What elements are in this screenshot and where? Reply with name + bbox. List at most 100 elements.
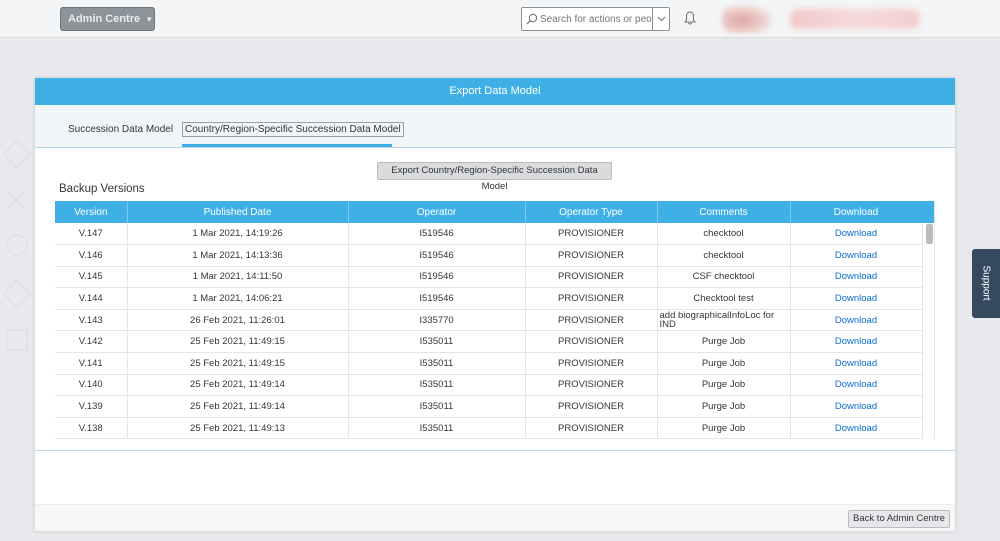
cell-published-date: 26 Feb 2021, 11:26:01	[127, 309, 349, 332]
table-row: V.147 1 Mar 2021, 14:19:26 I519546 PROVI…	[55, 223, 923, 246]
user-name-blurred[interactable]	[790, 9, 920, 29]
cell-version: V.146	[55, 244, 128, 267]
admin-centre-menu-button[interactable]: Admin Centre ▼	[60, 7, 155, 31]
download-link[interactable]: Download	[790, 309, 923, 332]
download-link[interactable]: Download	[790, 244, 923, 267]
background-decoration	[3, 139, 31, 351]
cell-comments: CSF checktool	[657, 266, 791, 289]
column-header-operator-type[interactable]: Operator Type	[525, 201, 658, 223]
cell-version: V.143	[55, 309, 128, 332]
table-row: V.144 1 Mar 2021, 14:06:21 I519546 PROVI…	[55, 287, 923, 310]
cell-operator-type: PROVISIONER	[525, 395, 658, 418]
cell-operator: I535011	[348, 395, 526, 418]
tab-bar: Succession Data Model Country/Region-Spe…	[35, 105, 955, 148]
divider	[35, 450, 955, 451]
column-header-comments[interactable]: Comments	[657, 201, 791, 223]
cell-comments: checktool	[657, 244, 791, 267]
download-link[interactable]: Download	[790, 374, 923, 397]
cell-operator: I535011	[348, 330, 526, 354]
cell-version: V.144	[55, 287, 128, 310]
cell-comments: Purge Job	[657, 330, 791, 354]
support-tab[interactable]: Support	[972, 249, 1000, 318]
cell-version: V.145	[55, 266, 128, 289]
export-data-model-dialog: Export Data Model Succession Data Model …	[35, 78, 955, 531]
admin-centre-label: Admin Centre	[68, 13, 141, 25]
cell-version: V.141	[55, 352, 128, 375]
cell-operator: I519546	[348, 244, 526, 267]
cell-comments: Purge Job	[657, 395, 791, 418]
cell-comments: add biographicalInfoLoc for IND	[657, 309, 791, 332]
cell-operator: I519546	[348, 223, 526, 246]
cell-comments: Purge Job	[657, 417, 791, 439]
notification-bell-icon[interactable]	[683, 10, 697, 26]
cell-operator-type: PROVISIONER	[525, 287, 658, 310]
table-row: V.145 1 Mar 2021, 14:11:50 I519546 PROVI…	[55, 266, 923, 289]
download-link[interactable]: Download	[790, 395, 923, 418]
cell-published-date: 25 Feb 2021, 11:49:15	[127, 352, 349, 375]
cell-operator-type: PROVISIONER	[525, 223, 658, 246]
search-field[interactable]	[521, 7, 670, 31]
cell-operator-type: PROVISIONER	[525, 417, 658, 439]
column-header-operator[interactable]: Operator	[348, 201, 526, 223]
search-input[interactable]	[540, 11, 652, 27]
download-link[interactable]: Download	[790, 287, 923, 310]
section-title: Backup Versions	[59, 183, 145, 195]
table-row: V.142 25 Feb 2021, 11:49:15 I535011 PROV…	[55, 330, 923, 354]
download-link[interactable]: Download	[790, 223, 923, 246]
download-link[interactable]: Download	[790, 352, 923, 375]
cell-version: V.142	[55, 330, 128, 354]
tab-country-region-succession-data-model[interactable]: Country/Region-Specific Succession Data …	[182, 122, 404, 137]
cell-operator: I535011	[348, 352, 526, 375]
scrollbar-thumb[interactable]	[926, 224, 933, 244]
column-header-download[interactable]: Download	[790, 201, 923, 223]
cell-comments: Checktool test	[657, 287, 791, 310]
cell-operator-type: PROVISIONER	[525, 309, 658, 332]
download-link[interactable]: Download	[790, 330, 923, 354]
cell-operator-type: PROVISIONER	[525, 266, 658, 289]
column-header-version[interactable]: Version	[55, 201, 128, 223]
table-row: V.143 26 Feb 2021, 11:26:01 I335770 PROV…	[55, 309, 923, 332]
cell-published-date: 1 Mar 2021, 14:11:50	[127, 266, 349, 289]
table-header-row: Version Published Date Operator Operator…	[55, 201, 923, 223]
table-row: V.146 1 Mar 2021, 14:13:36 I519546 PROVI…	[55, 244, 923, 267]
download-link[interactable]: Download	[790, 266, 923, 289]
caret-down-icon: ▼	[145, 15, 154, 24]
cell-version: V.147	[55, 223, 128, 246]
cell-published-date: 25 Feb 2021, 11:49:13	[127, 417, 349, 439]
tab-succession-data-model[interactable]: Succession Data Model	[68, 124, 173, 135]
cell-operator: I535011	[348, 374, 526, 397]
cell-operator-type: PROVISIONER	[525, 374, 658, 397]
dialog-footer: Back to Admin Centre	[35, 504, 955, 531]
user-avatar[interactable]	[722, 5, 772, 33]
cell-operator-type: PROVISIONER	[525, 330, 658, 354]
cell-comments: Purge Job	[657, 374, 791, 397]
cell-comments: Purge Job	[657, 352, 791, 375]
table-row: V.141 25 Feb 2021, 11:49:15 I535011 PROV…	[55, 352, 923, 375]
search-scope-dropdown[interactable]	[652, 8, 669, 30]
cell-published-date: 1 Mar 2021, 14:13:36	[127, 244, 349, 267]
cell-published-date: 25 Feb 2021, 11:49:15	[127, 330, 349, 354]
table-scrollbar[interactable]	[922, 223, 934, 439]
column-header-published-date[interactable]: Published Date	[127, 201, 349, 223]
selected-tab-indicator	[182, 144, 392, 147]
shell-bar: Admin Centre ▼	[0, 0, 1000, 38]
cell-published-date: 1 Mar 2021, 14:19:26	[127, 223, 349, 246]
table-row: V.140 25 Feb 2021, 11:49:14 I535011 PROV…	[55, 374, 923, 397]
back-to-admin-centre-button[interactable]: Back to Admin Centre	[848, 510, 950, 528]
export-country-region-data-model-button[interactable]: Export Country/Region-Specific Successio…	[377, 162, 612, 192]
cell-operator-type: PROVISIONER	[525, 244, 658, 267]
cell-operator: I535011	[348, 417, 526, 439]
cell-published-date: 1 Mar 2021, 14:06:21	[127, 287, 349, 310]
cell-published-date: 25 Feb 2021, 11:49:14	[127, 395, 349, 418]
cell-comments: checktool	[657, 223, 791, 246]
cell-operator: I519546	[348, 287, 526, 310]
chevron-down-icon	[657, 16, 666, 22]
table-row: V.138 25 Feb 2021, 11:49:13 I535011 PROV…	[55, 417, 923, 439]
dialog-title: Export Data Model	[35, 78, 955, 105]
cell-operator-type: PROVISIONER	[525, 352, 658, 375]
cell-version: V.140	[55, 374, 128, 397]
table-row: V.139 25 Feb 2021, 11:49:14 I535011 PROV…	[55, 395, 923, 418]
cell-operator: I335770	[348, 309, 526, 332]
cell-version: V.138	[55, 417, 128, 439]
download-link[interactable]: Download	[790, 417, 923, 439]
